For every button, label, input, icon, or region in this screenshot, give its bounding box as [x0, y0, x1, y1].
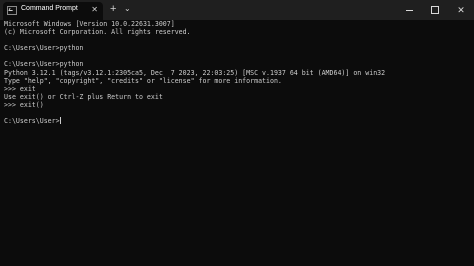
console-line: C:\Users\User>python	[4, 60, 84, 69]
console-output[interactable]: Microsoft Windows [Version 10.0.22631.30…	[0, 20, 474, 266]
console-line: Python 3.12.1 (tags/v3.12.1:2305ca5, Dec…	[4, 68, 386, 77]
console-line: (c) Microsoft Corporation. All rights re…	[4, 28, 191, 37]
text-cursor	[59, 117, 61, 125]
console-line: Microsoft Windows [Version 10.0.22631.30…	[4, 20, 175, 28]
tab-close-icon[interactable]: ✕	[91, 5, 98, 15]
window-controls: ✕	[396, 0, 474, 20]
maximize-icon	[431, 6, 439, 14]
new-tab-button[interactable]: +	[110, 3, 116, 15]
tab-command-prompt[interactable]: Command Prompt ✕	[3, 2, 103, 20]
console-line: Type "help", "copyright", "credits" or "…	[4, 76, 282, 85]
close-icon: ✕	[457, 4, 465, 15]
minimize-button[interactable]	[396, 0, 422, 20]
terminal-window: Command Prompt ✕ + ⌄ ✕ Microsoft Windows…	[0, 0, 474, 266]
console-line: C:\Users\User>python	[4, 44, 84, 53]
terminal-icon	[7, 6, 17, 15]
tab-title: Command Prompt	[21, 5, 78, 12]
prompt-line[interactable]: C:\Users\User>	[4, 117, 474, 125]
close-button[interactable]: ✕	[448, 0, 474, 20]
prompt-text: C:\Users\User>	[4, 117, 60, 126]
title-bar: Command Prompt ✕ + ⌄ ✕	[0, 0, 474, 20]
console-line: Use exit() or Ctrl-Z plus Return to exit	[4, 92, 163, 101]
console-line: >>> exit()	[4, 100, 44, 109]
console-line: >>> exit	[4, 84, 36, 93]
maximize-button[interactable]	[422, 0, 448, 20]
minimize-icon	[405, 9, 413, 11]
chevron-down-icon[interactable]: ⌄	[124, 3, 131, 15]
